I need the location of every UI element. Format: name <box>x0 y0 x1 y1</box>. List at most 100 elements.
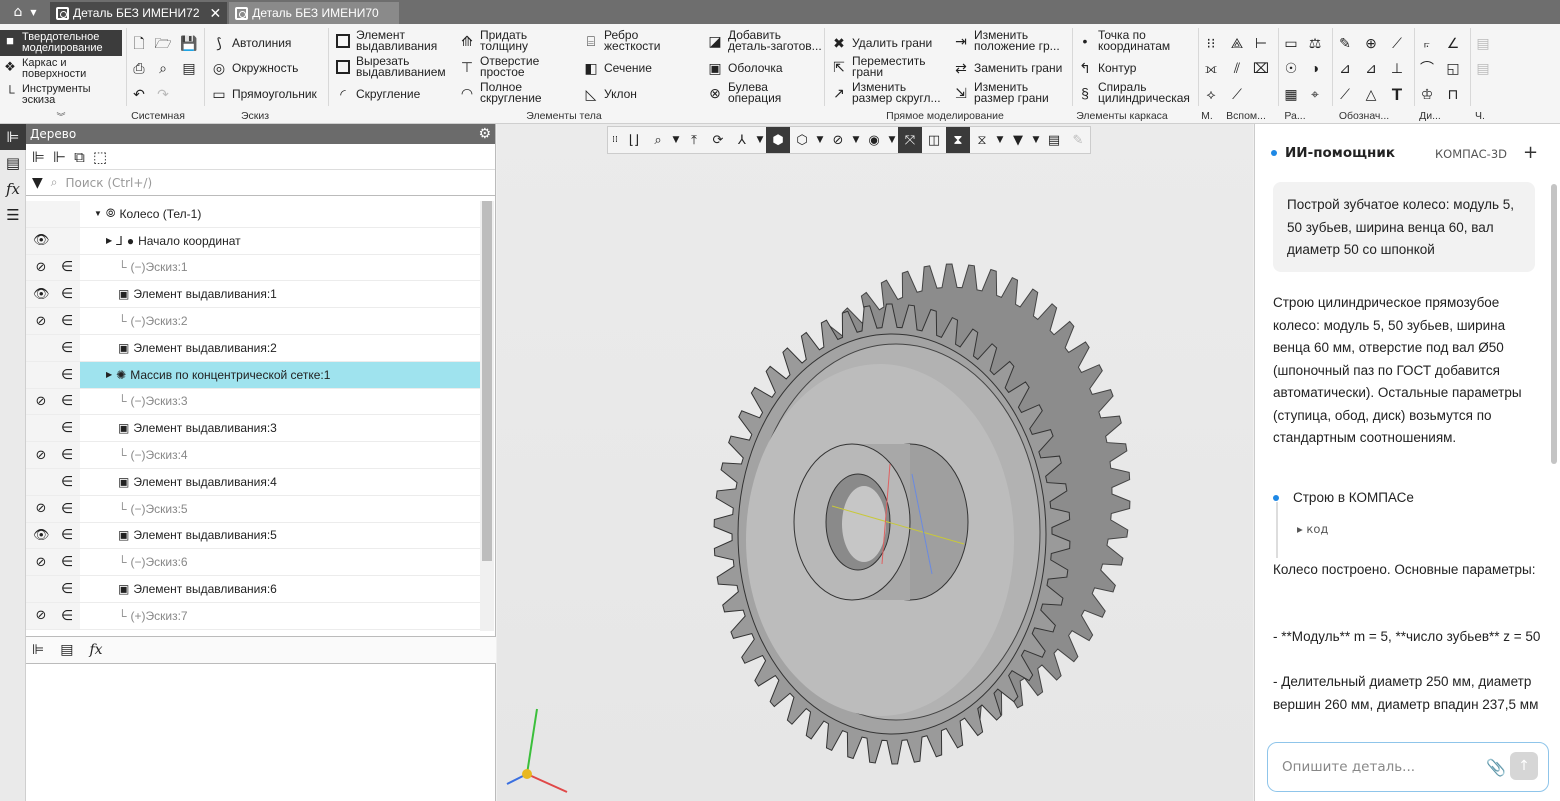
datum-button[interactable]: ⊕ <box>1362 34 1380 52</box>
tree-hierarchy-icon[interactable]: ⊩ <box>53 148 66 166</box>
circle-button[interactable]: ◎ Окружность <box>210 59 298 77</box>
group-label-sketch[interactable]: Эскиз <box>210 110 300 122</box>
include-icon[interactable]: ∈ <box>61 608 73 624</box>
variables-panel-toggle[interactable]: fx <box>0 176 26 202</box>
new-chat-plus-icon[interactable]: + <box>1523 142 1538 163</box>
camera-button[interactable]: ⌧ <box>1252 59 1270 77</box>
extrude-button[interactable]: Элемент выдавливания <box>334 29 438 52</box>
tree-row[interactable]: ∈ ▣ Элемент выдавливания:2 <box>26 334 480 362</box>
tree-row[interactable]: ⊘ ∈ └ (−)Эскиз:2 <box>26 308 480 335</box>
group-label-frame[interactable]: Элементы каркаса <box>1076 110 1168 122</box>
drawing2-button[interactable]: ▤ <box>1474 59 1492 77</box>
tree-row[interactable]: ⊘ ∈ └ (−)Эскиз:1 <box>26 254 480 282</box>
properties-panel-toggle[interactable]: ▤ <box>0 150 26 176</box>
table-button[interactable]: ▦ <box>1282 85 1300 103</box>
group-label-ch[interactable]: Ч. <box>1472 110 1488 122</box>
tree-row[interactable]: ⊘ ∈ └ (−)Эскиз:5 <box>26 495 480 523</box>
mirror-button[interactable]: ⟗ <box>1202 59 1220 77</box>
mode-solid[interactable]: ■ Твердотельное моделирование <box>0 30 122 56</box>
eye-icon[interactable]: 👁 <box>33 233 50 248</box>
include-icon[interactable]: ∈ <box>61 474 73 490</box>
group-label-marks[interactable]: Обознач... <box>1336 110 1392 122</box>
send-arrow-icon[interactable]: ↑ <box>1510 752 1538 780</box>
triangle-button[interactable]: △ <box>1362 85 1380 103</box>
gear-icon[interactable]: ⚙ <box>478 126 491 142</box>
tree-row[interactable]: 👁 ▶ ⅃ ● Начало координат <box>26 227 480 255</box>
tolerance-button[interactable]: ⊿ <box>1336 59 1354 77</box>
new-file-button[interactable]: 🗋 <box>130 34 148 52</box>
cut-extrude-button[interactable]: Вырезать выдавливанием <box>334 55 448 78</box>
eye-hidden-icon[interactable]: ⊘ <box>33 314 49 329</box>
include-icon[interactable]: ∈ <box>61 340 73 356</box>
include-icon[interactable]: ∈ <box>61 313 73 329</box>
include-icon[interactable]: ∈ <box>61 367 73 383</box>
tag-button[interactable]: ⌖ <box>1306 85 1324 103</box>
tree-components-icon[interactable]: ⧉ <box>74 148 85 166</box>
tree-row[interactable]: ∈ ▣ Элемент выдавливания:6 <box>26 576 480 603</box>
fx-tab-icon[interactable]: fx <box>89 642 102 658</box>
polyline-button[interactable]: ⟆ Автолиния <box>210 34 291 52</box>
group-label-di[interactable]: Ди... <box>1418 110 1442 122</box>
include-icon[interactable]: ∈ <box>61 501 73 517</box>
rectangle-button[interactable]: ▭ Прямоугольник <box>210 85 316 103</box>
group-label-direct[interactable]: Прямое моделирование <box>830 110 1060 122</box>
shell-button[interactable]: ▣ Оболочка <box>706 59 782 77</box>
undo-button[interactable]: ↶ <box>130 85 148 103</box>
add-blank-button[interactable]: ◪ Добавить деталь-заготов... <box>706 29 824 52</box>
group-label-aux[interactable]: Вспом... <box>1226 110 1266 122</box>
eye-icon[interactable]: 👁 <box>33 287 50 302</box>
hole-button[interactable]: ⊤ Отверстие простое <box>458 55 544 78</box>
mode-surfaces[interactable]: ❖ Каркас и поверхности <box>0 56 122 82</box>
copy-button[interactable]: ⟡ <box>1202 85 1220 103</box>
line-button[interactable]: ⟋ <box>1228 85 1246 103</box>
point-by-coords-button[interactable]: • Точка по координатам <box>1076 29 1192 52</box>
move-faces-button[interactable]: ⇱ Переместить грани <box>830 55 932 78</box>
include-icon[interactable]: ∈ <box>61 554 73 570</box>
offset-plane-button[interactable]: ⫽ <box>1228 59 1246 77</box>
pattern-button[interactable]: ⁝⁝ <box>1202 34 1220 52</box>
mass-button[interactable]: ⚖ <box>1306 34 1324 52</box>
save-button[interactable]: 💾 <box>180 34 198 52</box>
tree-row[interactable]: ▼ ⦾ Колесо (Тел-1) <box>26 201 480 228</box>
ai-subtitle[interactable]: КОМПАС-3D <box>1435 147 1507 161</box>
attach-paperclip-icon[interactable]: 📎 <box>1486 758 1506 777</box>
scroll-thumb[interactable] <box>482 201 492 561</box>
change-face-position-button[interactable]: ⇥ Изменить положение гр... <box>952 29 1066 52</box>
boolean-button[interactable]: ⊗ Булева операция <box>706 81 790 104</box>
eye-hidden-icon[interactable]: ⊘ <box>33 448 49 463</box>
eye-hidden-icon[interactable]: ⊘ <box>33 394 49 409</box>
chat-input[interactable]: Опишите деталь... 📎 ↑ <box>1267 742 1549 792</box>
redo-button[interactable]: ↷ <box>154 85 172 103</box>
include-icon[interactable]: ∈ <box>61 527 73 543</box>
eye-hidden-icon[interactable]: ⊘ <box>33 260 49 275</box>
filter-icon[interactable]: ▼ <box>32 175 43 191</box>
doc-tab-70[interactable]: Деталь БЕЗ ИМЕНИ70 <box>229 2 400 24</box>
weld-button[interactable]: ⊿ <box>1362 59 1380 77</box>
tree-row[interactable]: ∈ ▣ Элемент выдавливания:4 <box>26 468 480 496</box>
preview-button[interactable]: ⌕ <box>154 59 172 77</box>
resize-fillet-button[interactable]: ↗ Изменить размер скругл... <box>830 81 948 104</box>
dimension-button[interactable]: ⟔ <box>1418 34 1436 52</box>
tree-row[interactable]: ∈ ▣ Элемент выдавливания:3 <box>26 415 480 443</box>
rib-button[interactable]: ⌸ Ребро жесткости <box>582 29 666 52</box>
eye-hidden-icon[interactable]: ⊘ <box>33 608 49 623</box>
angle-dim-button[interactable]: ∠ <box>1444 34 1462 52</box>
close-icon[interactable]: ✕ <box>210 5 222 22</box>
include-icon[interactable]: ∈ <box>61 259 73 275</box>
code-toggle[interactable]: ▸ код <box>1297 522 1328 536</box>
properties-tab-icon[interactable]: ▤ <box>60 642 73 658</box>
include-icon[interactable]: ∈ <box>61 420 73 436</box>
properties-button[interactable]: ▤ <box>180 59 198 77</box>
eye-hidden-icon[interactable]: ⊘ <box>33 501 49 516</box>
text-button[interactable]: T <box>1388 85 1406 103</box>
tree-row-selected[interactable]: ∈ ▶ ✺ Массив по концентрической сетке:1 <box>26 361 480 389</box>
tree-scrollbar[interactable] <box>480 201 494 631</box>
leader-button[interactable]: ⟋ <box>1388 34 1406 52</box>
chat-scrollbar[interactable] <box>1551 184 1557 464</box>
include-icon[interactable]: ∈ <box>61 393 73 409</box>
helix-button[interactable]: § Спираль цилиндрическая <box>1076 81 1194 104</box>
tree-filter-area-icon[interactable]: ⬚ <box>93 148 107 166</box>
radial-dim-button[interactable]: ⌒ <box>1418 59 1436 77</box>
expand-arrow-icon[interactable]: ▶ <box>106 236 112 245</box>
section-button[interactable]: ◧ Сечение <box>582 59 652 77</box>
